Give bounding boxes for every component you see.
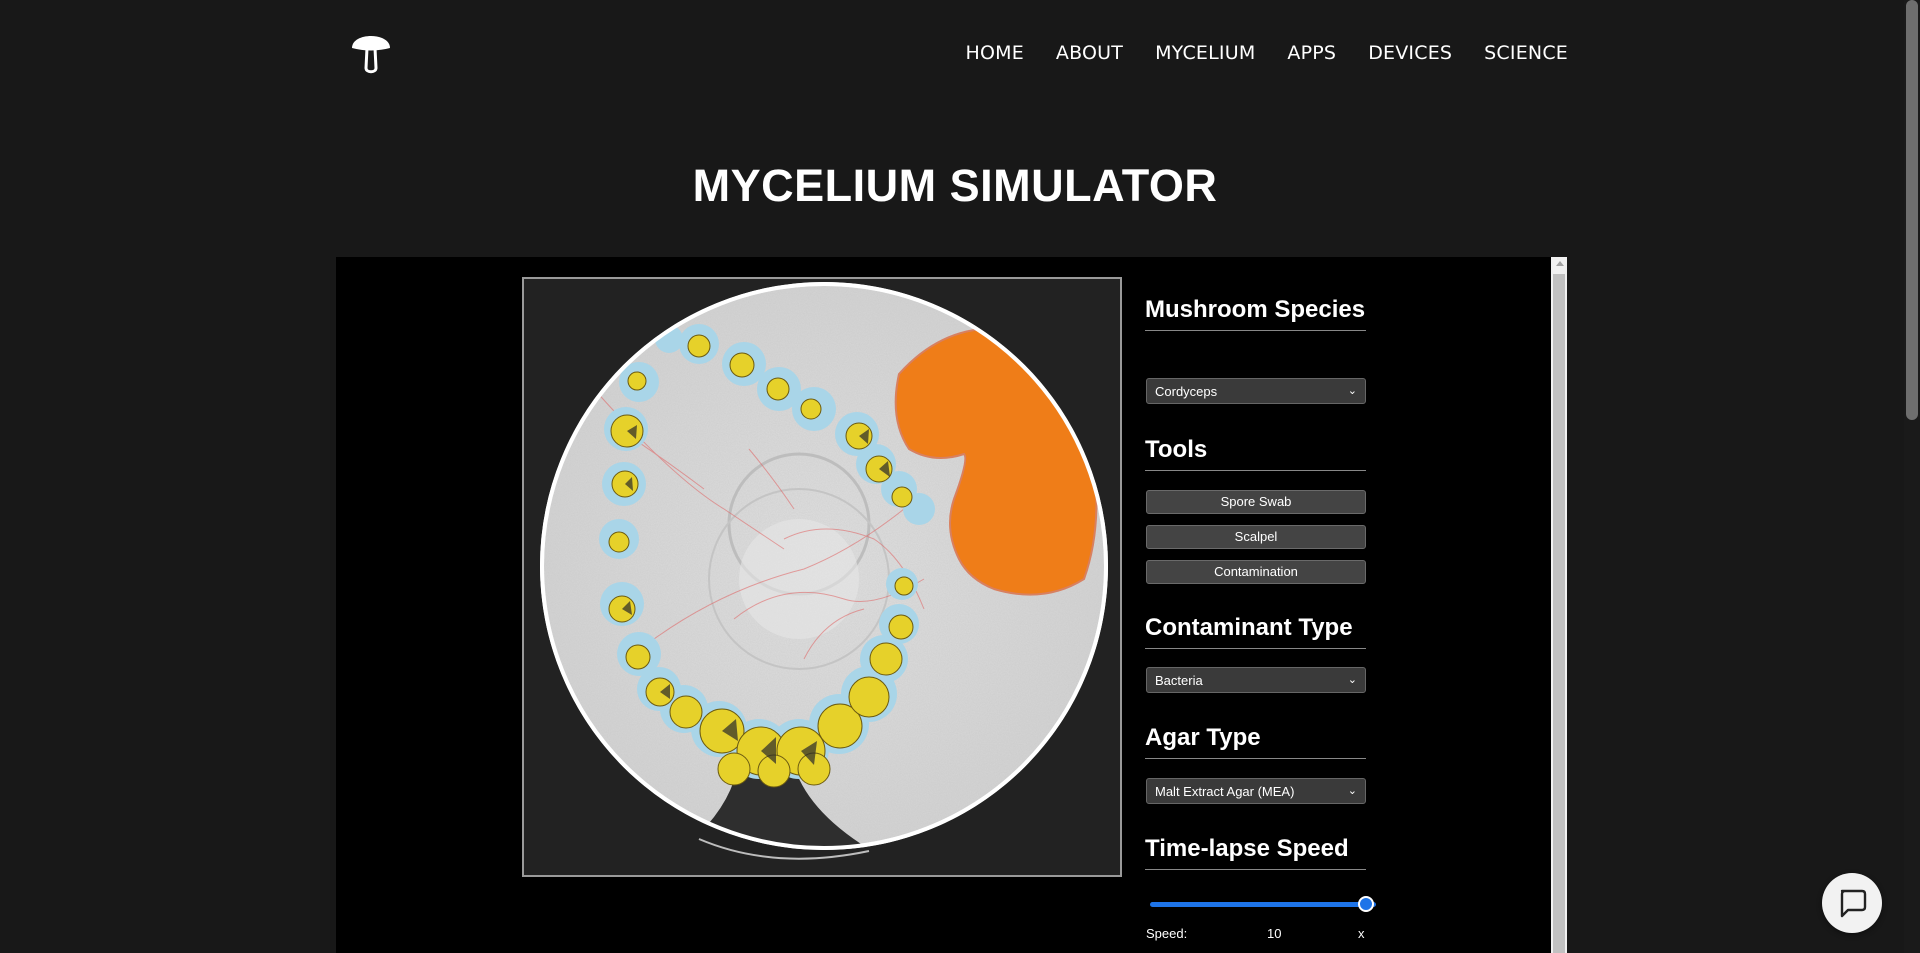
speed-slider-thumb[interactable] [1358, 896, 1374, 912]
page-title: MYCELIUM SIMULATOR [692, 160, 1218, 211]
contamination-button[interactable]: Contamination [1146, 560, 1366, 584]
speed-readout: Speed: 10 x [1146, 926, 1366, 944]
scalpel-button[interactable]: Scalpel [1146, 525, 1366, 549]
timelapse-section: Time-lapse Speed [1145, 835, 1366, 870]
nav-mycelium[interactable]: MYCELIUM [1155, 42, 1255, 64]
agar-select[interactable]: Malt Extract Agar (MEA) ⌄ [1146, 778, 1366, 804]
contaminant-heading: Contaminant Type [1145, 614, 1366, 649]
chevron-down-icon: ⌄ [1347, 785, 1357, 797]
nav-devices[interactable]: DEVICES [1368, 42, 1452, 64]
chat-bubble-icon [1840, 889, 1867, 918]
nav-about[interactable]: ABOUT [1056, 42, 1123, 64]
species-select[interactable]: Cordyceps ⌄ [1146, 378, 1366, 404]
agar-heading: Agar Type [1145, 724, 1366, 759]
speed-label: Speed: [1146, 926, 1188, 941]
species-selected: Cordyceps [1155, 384, 1218, 399]
speed-slider[interactable] [1150, 902, 1376, 907]
chevron-down-icon: ⌄ [1347, 674, 1357, 686]
nav-science[interactable]: SCIENCE [1484, 42, 1568, 64]
species-section: Mushroom Species [1145, 296, 1366, 331]
nav-apps[interactable]: APPS [1287, 42, 1336, 64]
petri-dish-canvas[interactable] [522, 277, 1122, 877]
speed-value: 10 [1267, 926, 1282, 941]
frame-scroll-thumb[interactable] [1553, 274, 1565, 953]
scroll-up-icon[interactable] [1556, 261, 1564, 266]
contaminant-section: Contaminant Type [1145, 614, 1366, 649]
agar-selected: Malt Extract Agar (MEA) [1155, 784, 1295, 799]
tools-section: Tools [1145, 436, 1366, 471]
agar-section: Agar Type [1145, 724, 1366, 759]
main-nav: HOME ABOUT MYCELIUM APPS DEVICES SCIENCE [933, 42, 1568, 64]
nav-home[interactable]: HOME [965, 42, 1023, 64]
timelapse-heading: Time-lapse Speed [1145, 835, 1366, 870]
species-heading: Mushroom Species [1145, 296, 1366, 331]
tools-heading: Tools [1145, 436, 1366, 471]
speed-unit: x [1358, 926, 1365, 941]
contaminant-selected: Bacteria [1155, 673, 1203, 688]
spore-swab-button[interactable]: Spore Swab [1146, 490, 1366, 514]
chat-button[interactable] [1822, 873, 1882, 933]
mushroom-logo-icon[interactable] [348, 26, 394, 76]
contaminant-select[interactable]: Bacteria ⌄ [1146, 667, 1366, 693]
page-scroll-thumb[interactable] [1906, 0, 1918, 420]
chevron-down-icon: ⌄ [1347, 385, 1357, 397]
